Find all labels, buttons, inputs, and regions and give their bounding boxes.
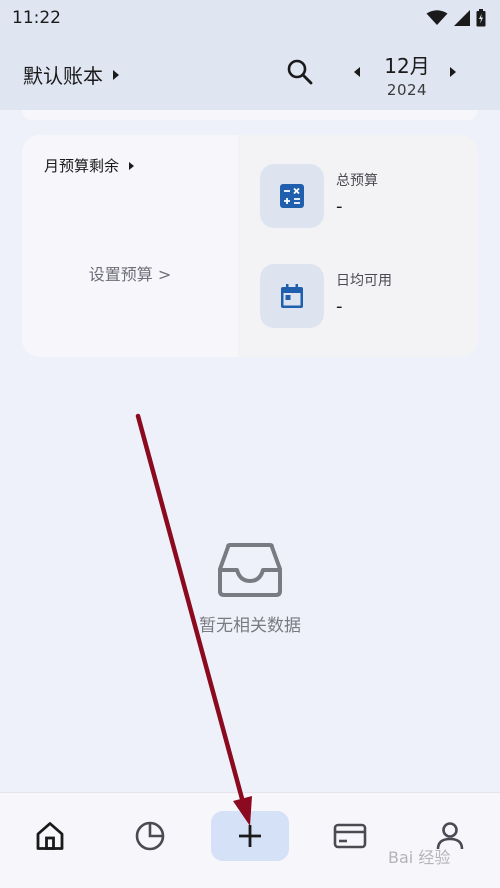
- daily-available-value: -: [336, 296, 343, 317]
- search-icon[interactable]: [286, 58, 314, 86]
- monthly-remaining-header[interactable]: 月预算剩余: [44, 155, 135, 176]
- set-budget-link[interactable]: 设置预算 >: [22, 261, 238, 285]
- daily-available-row: 日均可用 -: [260, 264, 392, 328]
- nav-assets[interactable]: [311, 811, 389, 861]
- status-time: 11:22: [12, 8, 61, 28]
- empty-state: 暂无相关数据: [150, 543, 350, 636]
- home-icon: [36, 822, 64, 850]
- current-month: 12月: [384, 54, 430, 78]
- bottom-navigation: [0, 792, 500, 888]
- card-edge: [22, 110, 478, 120]
- plus-icon: [239, 825, 261, 847]
- top-app-bar: 默认账本 12月 2024: [0, 36, 500, 110]
- inbox-icon: [218, 543, 282, 597]
- daily-available-label: 日均可用: [336, 273, 392, 289]
- wifi-icon: [426, 10, 448, 25]
- calculator-icon: [260, 164, 324, 228]
- annotation-arrow: [135, 413, 252, 826]
- signal-icon: [454, 10, 470, 26]
- account-book-title: 默认账本: [23, 64, 103, 88]
- watermark: Bai 经验: [388, 848, 451, 867]
- caret-right-icon: [113, 69, 119, 80]
- caret-right-icon: [129, 161, 135, 170]
- total-budget-label: 总预算: [336, 173, 378, 189]
- next-month-icon[interactable]: [450, 67, 456, 77]
- nav-home[interactable]: [11, 811, 89, 861]
- budget-stats-panel: 总预算 - 日均可用 -: [238, 135, 478, 357]
- current-year: 2024: [386, 81, 428, 99]
- nav-statistics[interactable]: [111, 811, 189, 861]
- monthly-remaining-label: 月预算剩余: [44, 157, 120, 175]
- card-icon: [333, 823, 367, 849]
- status-bar: 11:22: [0, 0, 500, 36]
- battery-icon: [476, 9, 486, 27]
- total-budget-row: 总预算 -: [260, 164, 378, 228]
- empty-state-text: 暂无相关数据: [199, 616, 301, 636]
- add-record-button[interactable]: [211, 811, 289, 861]
- previous-month-icon[interactable]: [354, 67, 360, 77]
- month-picker[interactable]: 12月 2024: [376, 50, 438, 99]
- calendar-icon: [260, 264, 324, 328]
- pie-chart-icon: [135, 821, 165, 851]
- budget-card: 月预算剩余 设置预算 > 总预算 - 日均可用 -: [22, 135, 478, 357]
- status-icons: [426, 9, 486, 27]
- account-book-selector[interactable]: 默认账本: [23, 60, 119, 89]
- total-budget-value: -: [336, 196, 343, 217]
- budget-remaining-panel: 月预算剩余 设置预算 >: [22, 135, 238, 357]
